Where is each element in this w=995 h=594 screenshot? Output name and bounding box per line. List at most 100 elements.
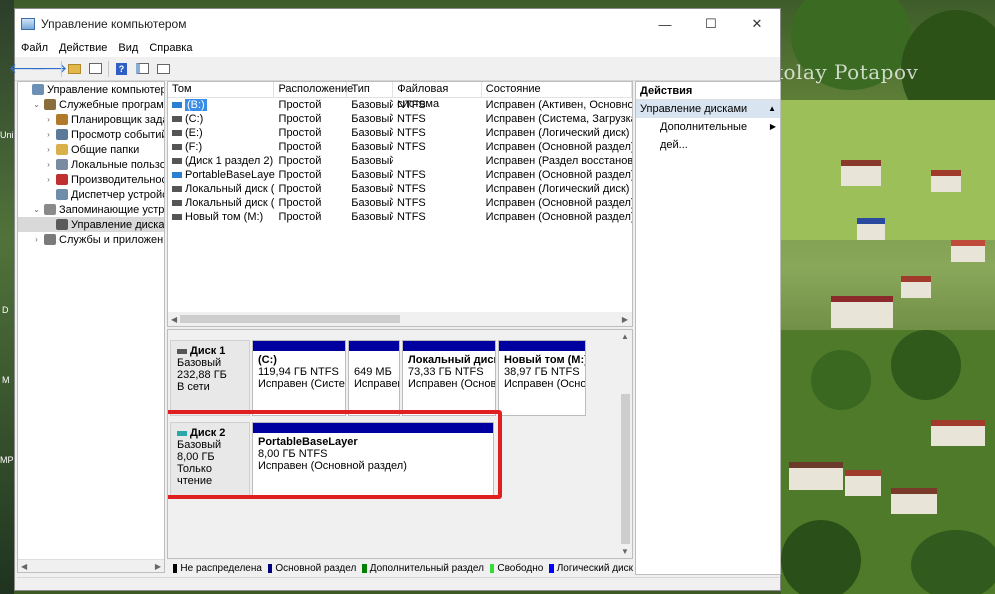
table-row[interactable]: (E:) Простой Базовый NTFS Исправен (Логическ… (168, 126, 632, 140)
tree-item[interactable]: › Общие папки (18, 142, 164, 157)
more-actions-label: Дополнительные дей... (660, 121, 748, 151)
column-header-filesystem[interactable]: Файловая система (393, 82, 482, 110)
column-header-status[interactable]: Состояние (482, 82, 632, 97)
partition-block[interactable]: 649 МБ Исправен (348, 340, 400, 416)
cell-volume: (Диск 1 раздел 2) (168, 154, 275, 168)
partition-block[interactable]: (C:) 119,94 ГБ NTFS Исправен (Система, (252, 340, 346, 416)
tree-item[interactable]: › Службы и приложения (18, 232, 164, 247)
tree-item[interactable]: › Производительность (18, 172, 164, 187)
scroll-left-icon[interactable]: ◀ (21, 562, 27, 571)
cell-filesystem: NTFS (397, 197, 426, 209)
volume-name: (F:) (185, 141, 203, 153)
tree-item-label: Общие папки (71, 143, 140, 156)
more-actions-item[interactable]: Дополнительные дей... ▶ (636, 118, 780, 151)
help-icon[interactable]: ? (113, 61, 130, 77)
minimize-button[interactable]: — (642, 9, 688, 39)
expander-icon[interactable]: ⌄ (32, 205, 41, 214)
volume-icon (172, 158, 182, 165)
folder-up-icon[interactable] (66, 61, 83, 77)
cell-status: Исправен (Основной раздел) (485, 169, 632, 181)
tree-item[interactable]: Управление дисками (18, 217, 164, 232)
toolbar: 🡐 🡒 ? (9, 57, 780, 81)
close-button[interactable]: ✕ (734, 9, 780, 39)
cell-type: Базовый (351, 197, 394, 209)
table-row[interactable]: Локальный диск (D:)Простой БазовыйNTFS Исп… (168, 182, 632, 196)
table-row[interactable]: (B:) Простой Базовый NTFS Исправен (Активен,… (168, 98, 632, 112)
table-row[interactable]: Новый том (M:) Простой Базовый NTFS Исправен… (168, 210, 632, 224)
tree-item[interactable]: Управление компьютером (л (18, 82, 164, 97)
menu-file[interactable]: Файл (21, 42, 48, 54)
collapse-arrow-icon[interactable]: ▲ (768, 100, 776, 118)
primary-partition-bar (403, 341, 495, 351)
cell-status: Исправен (Активен, Основной ра (485, 99, 632, 111)
menu-bar: Файл Действие Вид Справка (15, 39, 780, 57)
console-tree-icon[interactable] (134, 61, 151, 77)
maximize-button[interactable]: ☐ (688, 9, 734, 39)
table-row[interactable]: Локальный диск (S:)Простой БазовыйNTFS Исп… (168, 196, 632, 210)
partition-status: Исправен (Основ (504, 378, 585, 390)
table-row[interactable]: (Диск 1 раздел 2) Простой Базовый Исправен … (168, 154, 632, 168)
tree-item[interactable]: ⌄ Служебные программы (18, 97, 164, 112)
cell-layout: Простой (278, 155, 322, 167)
title-bar[interactable]: Управление компьютером — ☐ ✕ (15, 9, 780, 39)
tree-item-label: Служебные программы (59, 98, 164, 111)
forward-arrow-icon[interactable]: 🡒 (30, 60, 68, 77)
volume-name: (B:) (185, 99, 207, 111)
tree-horizontal-scrollbar[interactable]: ◀ ▶ (18, 559, 164, 572)
expander-icon[interactable]: › (44, 160, 53, 169)
column-header-volume[interactable]: Том (168, 82, 275, 97)
cell-type: Базовый (351, 211, 394, 223)
storage-icon (44, 204, 56, 215)
expander-icon[interactable]: › (44, 175, 53, 184)
scroll-left-icon[interactable]: ◀ (171, 315, 177, 324)
actions-header: Действия (636, 82, 780, 100)
clock-icon (56, 114, 68, 125)
expander-icon[interactable]: › (44, 115, 53, 124)
cell-filesystem: NTFS (397, 183, 426, 195)
primary-partition-bar (349, 341, 399, 351)
disk-graphical-view: Диск 1 Базовый 232,88 ГБ В сети (C:) 119… (167, 329, 633, 559)
tree-item[interactable]: Диспетчер устройств (18, 187, 164, 202)
expander-icon[interactable]: › (44, 130, 53, 139)
column-header-layout[interactable]: Расположение (274, 82, 353, 97)
scroll-right-icon[interactable]: ▶ (622, 315, 628, 324)
device-manager-icon (56, 189, 68, 200)
tree-item[interactable]: › Просмотр событий (18, 127, 164, 142)
graph-vertical-scrollbar[interactable]: ▲ ▼ (618, 330, 632, 558)
scrollbar-thumb[interactable] (180, 315, 400, 323)
table-row[interactable]: PortableBaseLayer Простой Базовый NTFS Испра… (168, 168, 632, 182)
properties-icon[interactable] (87, 61, 104, 77)
cell-type: Базовый (351, 141, 394, 153)
tree-item[interactable]: ⌄ Запоминающие устройст (18, 202, 164, 217)
menu-view[interactable]: Вид (118, 42, 138, 54)
partition-size: 73,33 ГБ NTFS (408, 366, 484, 378)
scroll-down-icon[interactable]: ▼ (621, 547, 629, 556)
column-header-type[interactable]: Тип (347, 82, 394, 97)
scrollbar-thumb[interactable] (621, 394, 630, 544)
cell-filesystem: NTFS (397, 113, 426, 125)
expander-icon[interactable]: › (32, 235, 41, 244)
window-title: Управление компьютером (41, 17, 187, 31)
scroll-right-icon[interactable]: ▶ (155, 562, 161, 571)
tree-item[interactable]: › Планировщик заданий (18, 112, 164, 127)
partition-block[interactable]: Локальный диск 73,33 ГБ NTFS Исправен (О… (402, 340, 496, 416)
disk-label[interactable]: Диск 1 Базовый 232,88 ГБ В сети (170, 340, 250, 416)
expander-icon[interactable]: › (44, 145, 53, 154)
table-row[interactable]: (C:) Простой Базовый NTFS Исправен (Система,… (168, 112, 632, 126)
cell-type: Базовый (351, 183, 394, 195)
partition-block[interactable]: Новый том (M:) 38,97 ГБ NTFS Исправен (О… (498, 340, 586, 416)
scroll-up-icon[interactable]: ▲ (621, 332, 629, 341)
expander-icon[interactable]: ⌄ (32, 100, 41, 109)
menu-help[interactable]: Справка (149, 42, 192, 54)
partition-title: Локальный диск (408, 354, 495, 366)
view-icon[interactable] (155, 61, 172, 77)
tree-item[interactable]: › Локальные пользовате (18, 157, 164, 172)
cell-volume: (F:) (168, 140, 275, 154)
cell-layout: Простой (278, 113, 322, 125)
table-row[interactable]: (F:) Простой Базовый NTFS Исправен (Основной… (168, 140, 632, 154)
volume-list: Том Расположение Тип Файловая система Со… (167, 81, 633, 327)
volume-list-horizontal-scrollbar[interactable]: ◀ ▶ (168, 312, 632, 326)
menu-action[interactable]: Действие (59, 42, 107, 54)
volume-name: PortableBaseLayer (185, 169, 275, 181)
actions-section-disk-management[interactable]: Управление дисками ▲ (636, 100, 780, 118)
